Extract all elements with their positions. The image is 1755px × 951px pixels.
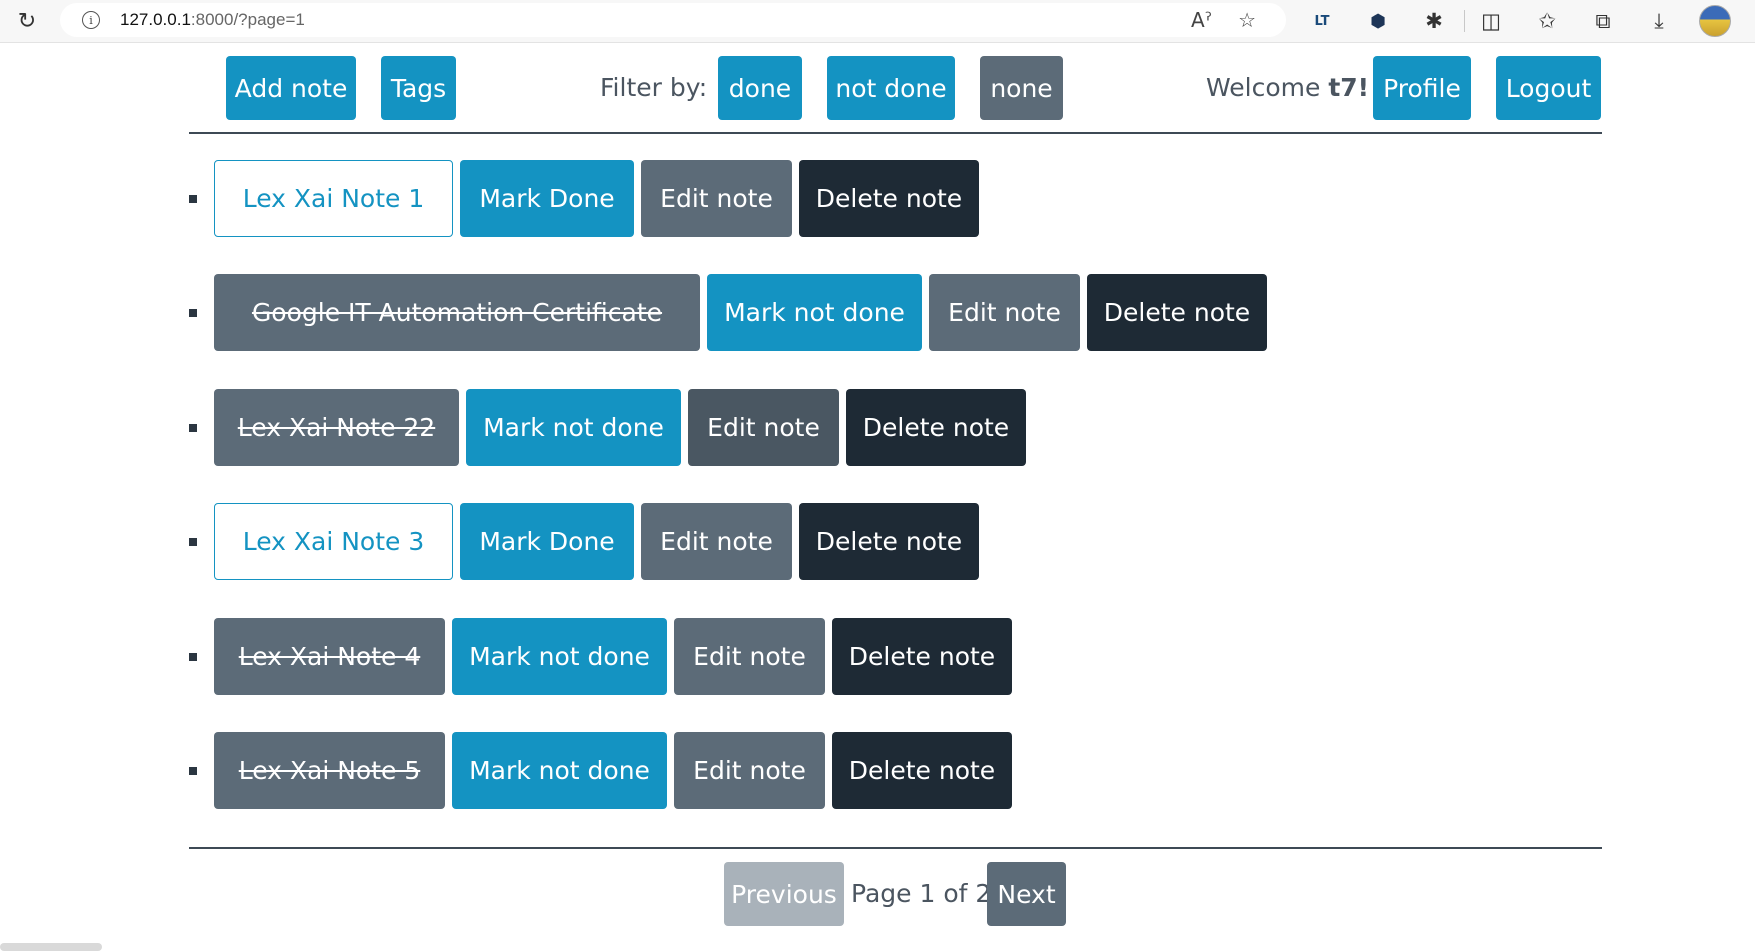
filter-done-button[interactable]: done <box>718 56 802 120</box>
profile-button[interactable]: Profile <box>1373 56 1471 120</box>
note-title-button[interactable]: Lex Xai Note 4 <box>214 618 445 695</box>
read-aloud-icon[interactable]: Aˀ <box>1191 8 1212 32</box>
add-note-button[interactable]: Add note <box>226 56 356 120</box>
list-bullet <box>189 652 197 661</box>
list-bullet <box>189 766 197 775</box>
split-screen-icon[interactable]: ◫ <box>1471 4 1511 38</box>
note-title-button[interactable]: Lex Xai Note 5 <box>214 732 445 809</box>
toolbar-divider <box>1464 10 1465 32</box>
favorites-icon[interactable]: ✩ <box>1527 4 1567 38</box>
horizontal-scrollbar[interactable] <box>0 943 102 951</box>
note-title-button[interactable]: Google IT Automation Certificate <box>214 274 700 351</box>
extensions-puzzle-icon[interactable]: ✱ <box>1414 4 1454 38</box>
delete-note-button[interactable]: Delete note <box>832 618 1012 695</box>
profile-avatar[interactable] <box>1695 4 1735 38</box>
address-bar[interactable]: i 127.0.0.1:8000/?page=1 Aˀ ☆ <box>60 3 1286 37</box>
logout-button[interactable]: Logout <box>1496 56 1601 120</box>
downloads-icon[interactable]: ⤓ <box>1639 4 1679 38</box>
filter-not-done-button[interactable]: not done <box>827 56 955 120</box>
welcome-prefix: Welcome <box>1206 73 1329 102</box>
edit-note-button[interactable]: Edit note <box>641 503 792 580</box>
url-text[interactable]: 127.0.0.1:8000/?page=1 <box>120 10 305 30</box>
note-title-button[interactable]: Lex Xai Note 3 <box>214 503 453 580</box>
delete-note-button[interactable]: Delete note <box>799 503 979 580</box>
toggle-done-button[interactable]: Mark Done <box>460 503 634 580</box>
bottom-divider <box>189 847 1602 849</box>
delete-note-button[interactable]: Delete note <box>832 732 1012 809</box>
url-host: 127.0.0.1 <box>120 10 191 29</box>
edit-note-button[interactable]: Edit note <box>674 732 825 809</box>
languagetool-extension-icon[interactable]: LT <box>1302 4 1342 38</box>
page-status: Page 1 of 2. <box>851 879 1000 908</box>
reload-icon[interactable]: ↻ <box>12 6 42 36</box>
previous-page-button[interactable]: Previous <box>724 862 844 926</box>
toggle-done-button[interactable]: Mark not done <box>466 389 681 466</box>
list-bullet <box>189 423 197 432</box>
toggle-done-button[interactable]: Mark Done <box>460 160 634 237</box>
site-info-icon[interactable]: i <box>82 11 100 29</box>
welcome-text: Welcome t7! <box>1206 73 1369 102</box>
note-title-button[interactable]: Lex Xai Note 1 <box>214 160 453 237</box>
toggle-done-button[interactable]: Mark not done <box>707 274 922 351</box>
list-bullet <box>189 537 197 546</box>
url-path: :8000/?page=1 <box>190 10 305 29</box>
filter-label: Filter by: <box>600 73 708 102</box>
collections-icon[interactable]: ⧉ <box>1583 4 1623 38</box>
next-page-button[interactable]: Next <box>987 862 1066 926</box>
note-title-button[interactable]: Lex Xai Note 22 <box>214 389 459 466</box>
browser-toolbar: ↻ i 127.0.0.1:8000/?page=1 Aˀ ☆ LT ⬢ ✱ ◫… <box>0 0 1755 43</box>
delete-note-button[interactable]: Delete note <box>799 160 979 237</box>
list-bullet <box>189 194 197 203</box>
hexagon-extension-icon[interactable]: ⬢ <box>1358 4 1398 38</box>
favorite-star-icon[interactable]: ☆ <box>1238 8 1256 32</box>
toggle-done-button[interactable]: Mark not done <box>452 618 667 695</box>
username: t7! <box>1328 73 1370 102</box>
edit-note-button[interactable]: Edit note <box>674 618 825 695</box>
toggle-done-button[interactable]: Mark not done <box>452 732 667 809</box>
list-bullet <box>189 308 197 317</box>
top-divider <box>189 132 1602 134</box>
tags-button[interactable]: Tags <box>381 56 456 120</box>
delete-note-button[interactable]: Delete note <box>1087 274 1267 351</box>
filter-none-button[interactable]: none <box>980 56 1063 120</box>
edit-note-button[interactable]: Edit note <box>641 160 792 237</box>
avatar <box>1699 5 1731 37</box>
delete-note-button[interactable]: Delete note <box>846 389 1026 466</box>
edit-note-button[interactable]: Edit note <box>688 389 839 466</box>
edit-note-button[interactable]: Edit note <box>929 274 1080 351</box>
